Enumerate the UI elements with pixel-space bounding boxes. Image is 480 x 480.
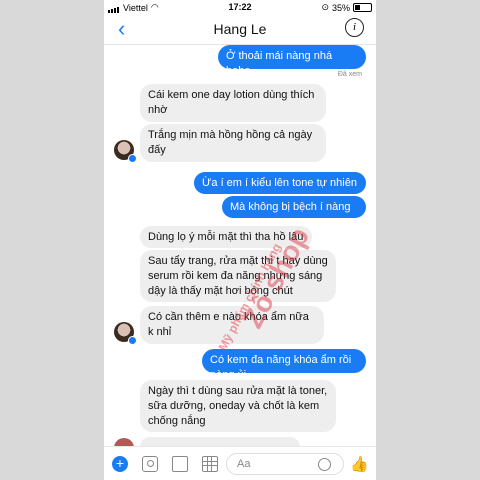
thumbs-up-icon[interactable]: 👍 — [350, 455, 369, 473]
plus-icon[interactable]: + — [112, 456, 128, 472]
messenger-badge-icon — [128, 154, 137, 163]
message-bubble[interactable]: Trắng mịn mà hồng hồng cả ngày đấy — [140, 124, 326, 162]
battery-percent: 35% — [331, 2, 350, 13]
info-icon[interactable]: i — [345, 18, 364, 37]
message-composer: + Aa 👍 — [104, 446, 376, 480]
camera-icon[interactable] — [142, 456, 158, 472]
message-bubble[interactable]: Ừa í em í kiểu lên tone tự nhiên — [194, 172, 366, 194]
status-bar: Viettel ◠ 17:22 ⊙ 35% — [104, 0, 376, 14]
message-bubble[interactable]: Sau tẩy trang, rửa mặt thì t hay dùng se… — [140, 250, 336, 302]
message-bubble[interactable]: Mà không bị bệch í nàng — [222, 196, 366, 218]
message-bubble[interactable]: Ở thoải mái nàng nhá hehe — [218, 45, 366, 77]
emoji-icon[interactable] — [318, 458, 331, 471]
image-icon[interactable] — [172, 456, 188, 472]
messenger-screen: Viettel ◠ 17:22 ⊙ 35% ‹ Hang Le i Ở thoả… — [104, 0, 376, 480]
sticker-grid-icon[interactable] — [202, 456, 218, 472]
rotation-lock-icon: ⊙ — [321, 2, 329, 12]
contact-name[interactable]: Hang Le — [104, 21, 376, 37]
message-bubble[interactable]: Ngày thì t dùng sau rửa mặt là toner, sữ… — [140, 380, 336, 432]
message-bubble[interactable]: Cái kem one day lotion dùng thích nhờ — [140, 84, 326, 122]
messenger-badge-icon — [128, 336, 137, 345]
battery-icon — [353, 3, 372, 12]
conversation-header: ‹ Hang Le i — [104, 14, 376, 45]
seen-indicator: Đã xem — [337, 71, 362, 78]
